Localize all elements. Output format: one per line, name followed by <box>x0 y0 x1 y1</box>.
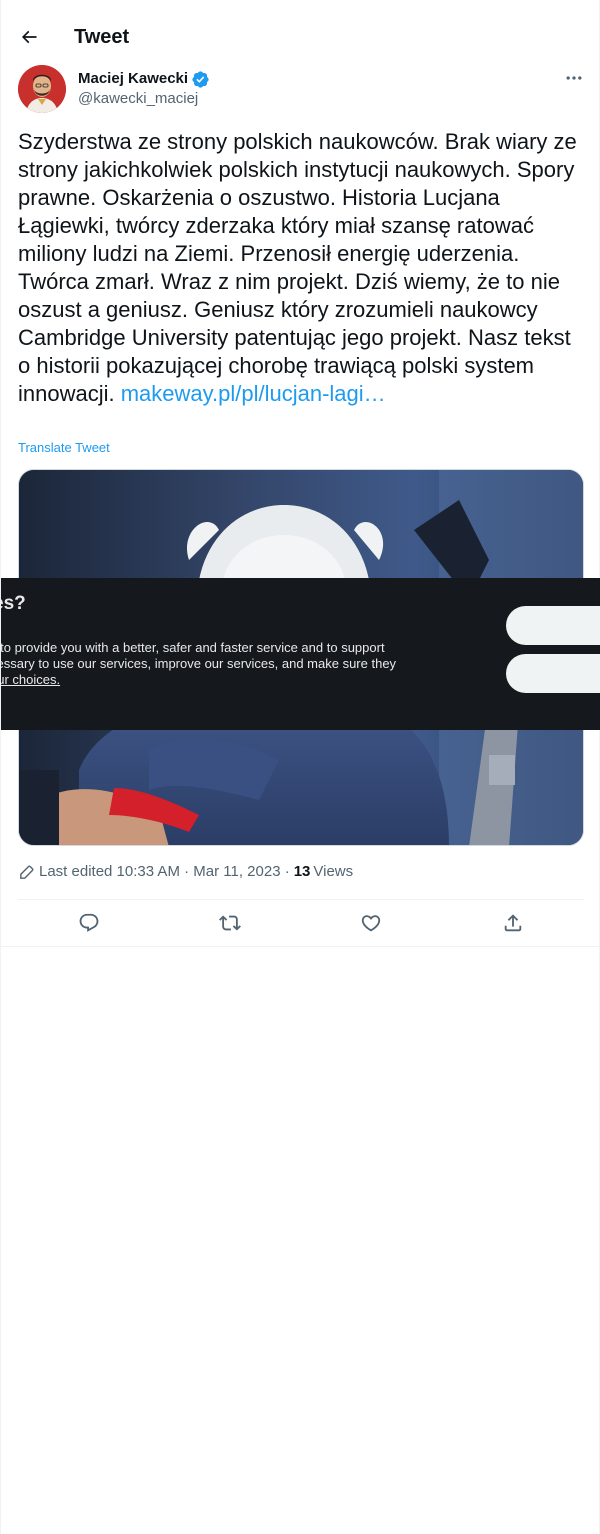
tweet-actions <box>18 900 584 946</box>
cookie-choices-link[interactable]: our choices. <box>1 672 435 688</box>
tweet-body: Szyderstwa ze strony polskich naukowców.… <box>18 129 577 406</box>
tweet-column: Tweet Maciej Kawecki @kawecki_maciej Szy… <box>0 0 600 1534</box>
author-name[interactable]: Maciej Kawecki <box>78 69 188 89</box>
header: Tweet <box>1 0 600 74</box>
retweet-icon <box>219 915 241 931</box>
pencil-edit-icon[interactable] <box>18 864 35 881</box>
verified-badge-icon[interactable] <box>191 70 210 89</box>
accept-cookies-button[interactable] <box>506 606 600 645</box>
cookie-banner-title: es? <box>1 593 26 614</box>
more-options-button[interactable] <box>557 65 591 91</box>
views-label: Views <box>313 863 354 880</box>
reply-button[interactable] <box>77 911 101 935</box>
cookie-consent-banner: es? s to provide you with a better, safe… <box>1 578 600 730</box>
author-handle[interactable]: @kawecki_maciej <box>78 89 198 109</box>
cookie-banner-line: s to provide you with a better, safer an… <box>1 640 385 655</box>
divider <box>1 946 600 947</box>
heart-icon <box>361 915 381 932</box>
cookie-banner-body: s to provide you with a better, safer an… <box>1 640 435 688</box>
author-name-row: Maciej Kawecki <box>78 69 210 89</box>
cookie-banner-line: cessary to use our services, improve our… <box>1 656 397 671</box>
tweet-text: Szyderstwa ze strony polskich naukowców.… <box>18 128 586 408</box>
like-button[interactable] <box>359 911 383 935</box>
retweet-button[interactable] <box>218 911 242 935</box>
views-count: 13 <box>293 863 311 880</box>
tweet-link[interactable]: makeway.pl/pl/lucjan-lagi… <box>121 381 386 406</box>
page-title: Tweet <box>74 26 130 48</box>
avatar[interactable] <box>18 65 66 113</box>
more-icon <box>566 76 582 80</box>
arrow-left-icon <box>21 30 37 44</box>
last-edited-label[interactable]: Last edited 10:33 AM · Mar 11, 2023 · <box>39 862 290 882</box>
share-icon <box>504 914 522 932</box>
share-button[interactable] <box>501 911 525 935</box>
reply-icon <box>79 913 99 932</box>
author-row: Maciej Kawecki @kawecki_maciej <box>18 65 584 113</box>
refuse-cookies-button[interactable] <box>506 654 600 693</box>
tweet-meta: Last edited 10:33 AM · Mar 11, 2023 · 13… <box>18 862 353 882</box>
back-button[interactable] <box>11 19 47 55</box>
translate-tweet-link[interactable]: Translate Tweet <box>18 440 110 456</box>
